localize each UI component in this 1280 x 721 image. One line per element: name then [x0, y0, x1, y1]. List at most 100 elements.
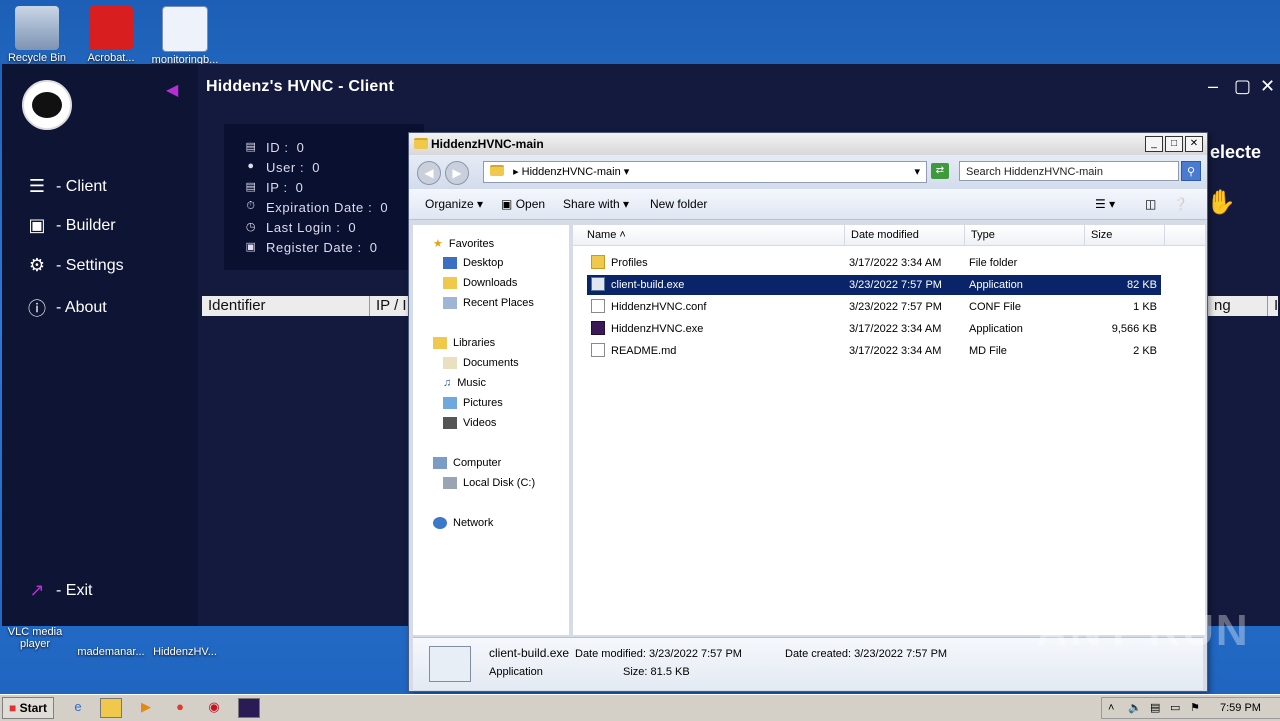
info-label: IP : — [266, 180, 288, 195]
application-icon — [591, 277, 605, 291]
back-button[interactable]: ◀ — [417, 161, 441, 185]
nav-local-disk[interactable]: Local Disk (C:) — [443, 477, 535, 489]
column-in[interactable]: In — [1268, 296, 1280, 316]
address-dropdown-icon[interactable]: ▾ — [914, 162, 920, 182]
file-type: File folder — [969, 257, 1018, 269]
nav-builder[interactable]: ▣ - Builder — [26, 215, 115, 236]
nav-settings[interactable]: ⚙ - Settings — [26, 255, 124, 276]
nav-client[interactable]: ☰ - Client — [26, 176, 107, 197]
application-thumbnail-icon — [429, 646, 471, 682]
share-with-button[interactable]: Share with ▾ — [563, 197, 629, 211]
nav-libraries[interactable]: Libraries — [433, 337, 495, 349]
nav-about[interactable]: ⓘ - About — [26, 295, 107, 321]
nav-computer[interactable]: Computer — [433, 457, 501, 469]
media-player-icon[interactable]: ▶ — [136, 698, 156, 716]
desktop-icon — [443, 257, 457, 269]
show-hidden-icons-icon[interactable]: ˄ — [1108, 698, 1114, 718]
maximize-icon[interactable]: ▢ — [1234, 76, 1251, 97]
clock[interactable]: 7:59 PM — [1220, 698, 1261, 718]
breadcrumb[interactable]: HiddenzHVNC-main — [522, 166, 621, 178]
address-bar[interactable]: ▸ HiddenzHVNC-main ▾ ▾ — [483, 161, 927, 183]
volume-icon[interactable]: 🔈 — [1128, 698, 1142, 718]
internet-explorer-icon[interactable]: e — [68, 698, 88, 716]
maximize-button[interactable]: □ — [1165, 136, 1183, 152]
open-button[interactable]: ▣ Open — [501, 197, 545, 211]
nav-exit[interactable]: ↗ - Exit — [26, 580, 92, 601]
file-row[interactable]: README.md 3/17/2022 3:34 AM MD File 2 KB — [587, 341, 1161, 361]
nav-network[interactable]: Network — [433, 517, 493, 529]
file-explorer-icon[interactable] — [100, 698, 122, 718]
anyrun-watermark: ANY RUN — [1036, 606, 1250, 655]
file-size: 2 KB — [1133, 345, 1157, 357]
nav-downloads[interactable]: Downloads — [443, 277, 517, 289]
column-date-modified[interactable]: Date modified — [845, 225, 965, 245]
column-name[interactable]: Name ˄ — [581, 225, 845, 245]
calendar-icon: ▣ — [245, 241, 257, 253]
nav-label: Documents — [463, 357, 519, 369]
preview-pane-icon[interactable]: ◫ — [1145, 197, 1156, 211]
avatar — [22, 80, 72, 130]
downloads-icon — [443, 277, 457, 289]
search-icon[interactable]: ⚲ — [1181, 161, 1201, 181]
view-options-icon[interactable]: ☰ ▾ — [1095, 197, 1115, 211]
info-value: 0 — [295, 180, 304, 195]
user-icon: ● — [247, 160, 255, 172]
nav-label: Downloads — [463, 277, 518, 289]
organize-button[interactable]: Organize ▾ — [425, 197, 483, 211]
nav-label: Network — [453, 517, 494, 529]
desktop-icon-recycle-bin[interactable]: Recycle Bin — [2, 6, 72, 64]
opera-icon[interactable]: ◉ — [204, 698, 224, 716]
new-folder-button[interactable]: New folder — [650, 197, 707, 211]
minimize-icon[interactable]: – — [1208, 76, 1218, 97]
desktop-icon-vlc[interactable]: VLC media player — [0, 626, 70, 650]
flag-icon[interactable]: ⚑ — [1190, 698, 1200, 718]
forward-button[interactable]: ▶ — [445, 161, 469, 185]
file-size: 1 KB — [1133, 301, 1157, 313]
refresh-icon[interactable]: ⇄ — [931, 163, 949, 179]
file-row[interactable]: Profiles 3/17/2022 3:34 AM File folder — [587, 253, 1161, 273]
nav-label: Pictures — [463, 397, 503, 409]
file-size: 9,566 KB — [1111, 323, 1157, 335]
desktop-icon-hiddenzhvnc[interactable]: HiddenzHV... — [150, 646, 220, 658]
file-name: README.md — [611, 345, 677, 357]
nav-favorites[interactable]: ★ Favorites — [433, 237, 494, 251]
column-ip[interactable]: IP / I — [370, 296, 410, 316]
hvnc-taskbar-icon[interactable] — [238, 698, 260, 718]
explorer-titlebar[interactable]: HiddenzHVNC-main _ □ ✕ — [409, 133, 1207, 155]
desktop-icon-mademanar[interactable]: mademanar... — [76, 646, 146, 658]
window-title: Hiddenz's HVNC - Client — [206, 78, 394, 95]
videos-icon — [443, 417, 457, 429]
nav-videos[interactable]: Videos — [443, 417, 496, 429]
network-tray-icon[interactable]: ▤ — [1150, 698, 1160, 718]
column-size[interactable]: Size — [1085, 225, 1165, 245]
column-identifier[interactable]: Identifier — [202, 296, 370, 316]
file-row-selected[interactable]: client-build.exe 3/23/2022 7:57 PM Appli… — [587, 275, 1161, 295]
nav-recent-places[interactable]: Recent Places — [443, 297, 534, 309]
nav-label: Desktop — [463, 257, 504, 269]
column-type[interactable]: Type — [965, 225, 1085, 245]
nav-documents[interactable]: Documents — [443, 357, 519, 369]
start-button[interactable]: ■ Start — [2, 697, 54, 719]
file-date: 3/17/2022 3:34 AM — [849, 345, 942, 357]
search-input[interactable]: Search HiddenzHVNC-main — [959, 161, 1179, 181]
id-card-icon: ▤ — [245, 141, 257, 153]
close-icon[interactable]: ✕ — [1260, 76, 1275, 97]
details-modified: Date modified: 3/23/2022 7:57 PM — [575, 648, 742, 660]
minimize-button[interactable]: _ — [1145, 136, 1163, 152]
collapse-sidebar-icon[interactable]: ◀ — [166, 80, 178, 100]
close-button[interactable]: ✕ — [1185, 136, 1203, 152]
desktop-icon-label: HiddenzHV... — [153, 646, 217, 658]
details-value: 3/23/2022 7:57 PM — [649, 648, 742, 660]
file-row[interactable]: HiddenzHVNC.exe 3/17/2022 3:34 AM Applic… — [587, 319, 1161, 339]
nav-desktop[interactable]: Desktop — [443, 257, 503, 269]
nav-pictures[interactable]: Pictures — [443, 397, 503, 409]
file-row[interactable]: HiddenzHVNC.conf 3/23/2022 7:57 PM CONF … — [587, 297, 1161, 317]
nav-label: Local Disk (C:) — [463, 477, 536, 489]
nav-music[interactable]: ♫ Music — [443, 377, 486, 389]
desktop-icon-monitoring[interactable]: monitoringb... — [150, 6, 220, 66]
chrome-icon[interactable]: ● — [170, 698, 190, 716]
power-icon[interactable]: ▭ — [1170, 698, 1180, 718]
column-ng[interactable]: ng — [1208, 296, 1268, 316]
help-icon[interactable]: ❔ — [1173, 197, 1188, 211]
desktop-icon-acrobat[interactable]: Acrobat... — [76, 6, 146, 64]
